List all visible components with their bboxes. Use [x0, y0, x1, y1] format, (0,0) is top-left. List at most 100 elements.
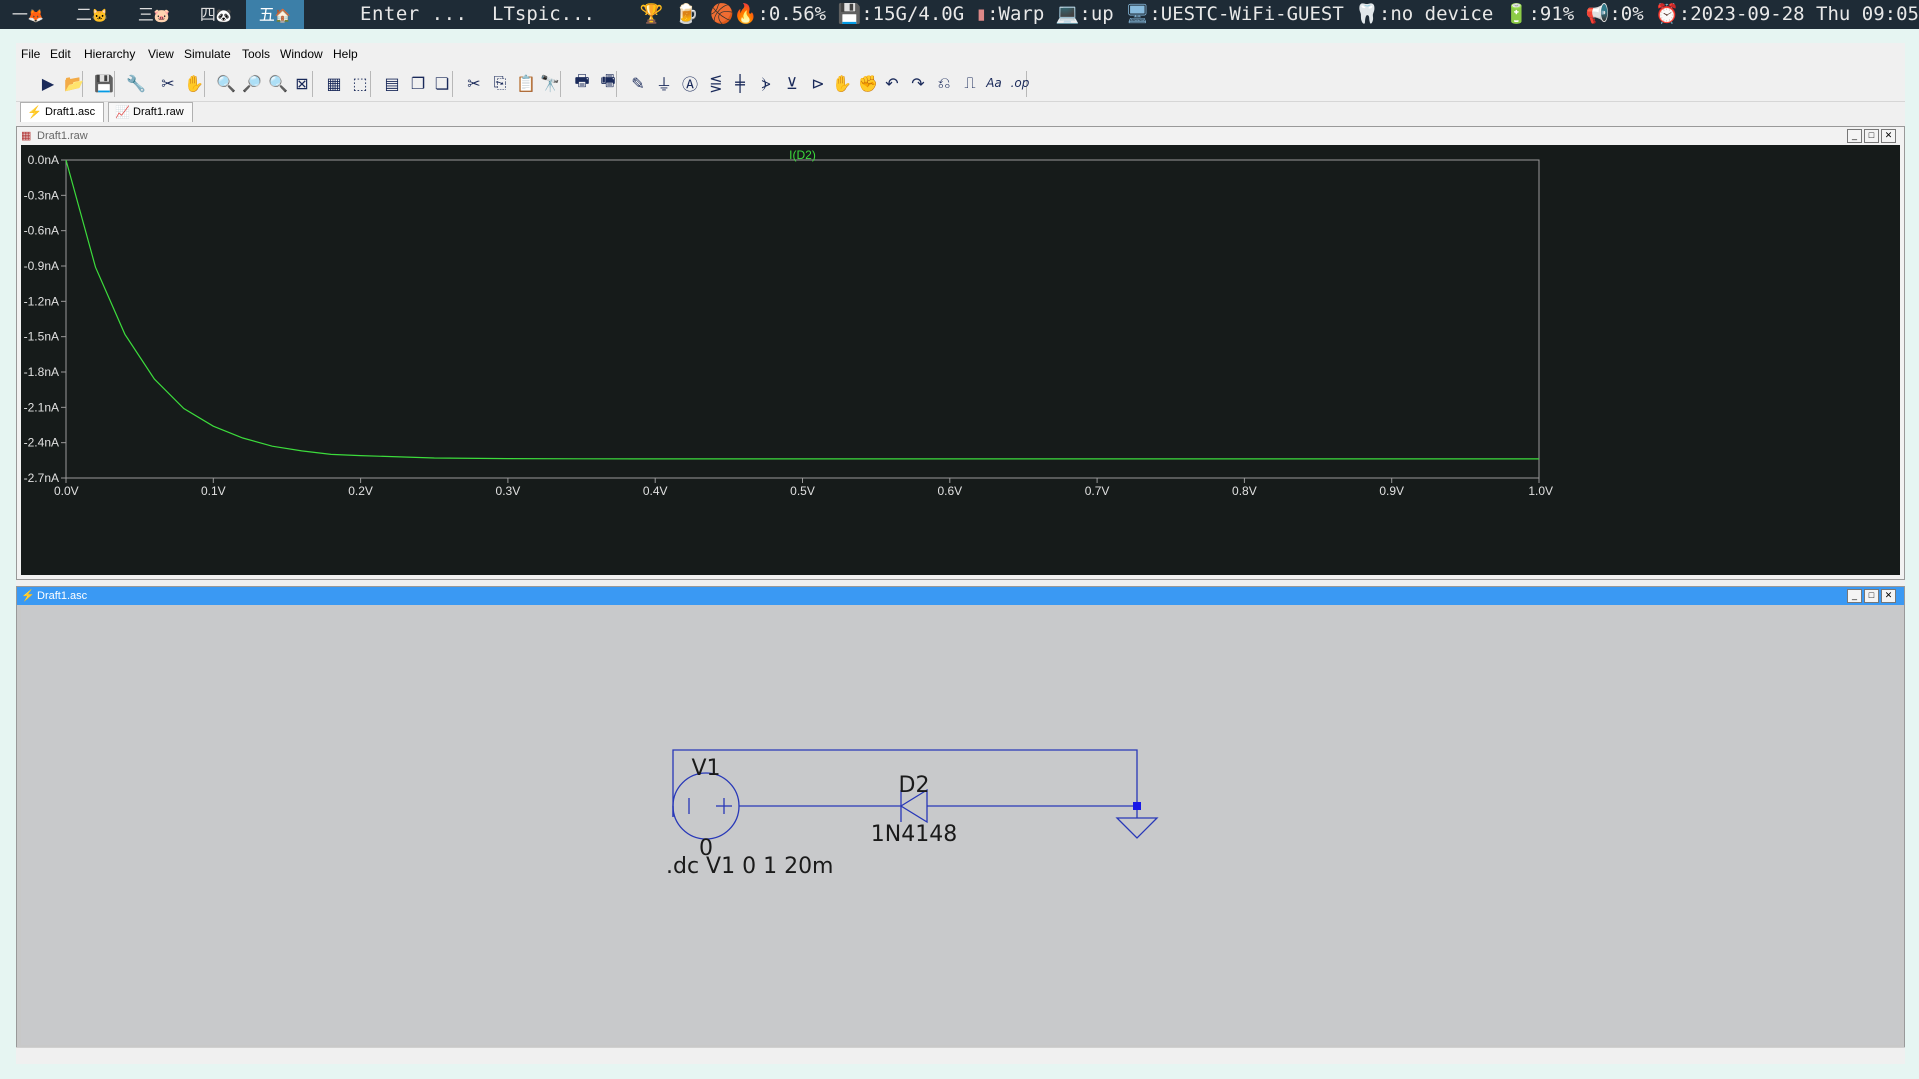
draw-wire-icon[interactable]: ✎	[624, 69, 652, 97]
move-icon[interactable]: ✋	[828, 69, 856, 97]
minimize-button[interactable]: _	[1847, 589, 1862, 603]
tab-draft1-asc[interactable]: ⚡ Draft1.asc	[20, 102, 105, 122]
ground-icon[interactable]: ⏚	[650, 69, 678, 97]
x-tick-label: 0.5V	[790, 484, 815, 498]
close-button[interactable]: ✕	[1881, 589, 1896, 603]
voltage-source-v1[interactable]	[672, 772, 740, 840]
tile-horizontal-icon[interactable]: ▤	[378, 69, 406, 97]
waveform-pane-title: Draft1.raw	[37, 130, 88, 142]
y-tick-label: -0.6nA	[24, 224, 59, 238]
waveform-pane-titlebar: ▦ Draft1.raw _ □ ✕	[17, 127, 1904, 145]
iv-chart[interactable]: 0.0nA -0.3nA -0.6nA -0.9nA -1.2nA -1.5nA -1.8n…	[21, 145, 1900, 575]
control-panel-icon[interactable]: 🔧	[122, 69, 150, 97]
menu-tools[interactable]: Tools	[242, 47, 270, 61]
window-title-ltspice[interactable]: LTspic...	[492, 0, 595, 29]
ltspice-window: File Edit Hierarchy View Simulate Tools …	[16, 43, 1905, 1064]
zoom-fit-icon[interactable]: ⊠	[288, 69, 316, 97]
text-icon[interactable]: Aa	[980, 69, 1008, 97]
cat-icon: 🐱	[91, 9, 109, 24]
x-tick-label: 0.4V	[643, 484, 668, 498]
label-net-icon[interactable]: Ⓐ	[676, 69, 704, 97]
maximize-button[interactable]: □	[1864, 589, 1879, 603]
zoom-area-icon[interactable]: 🔎	[238, 69, 266, 97]
wifi-ssid: :UESTC-WiFi-GUEST	[1149, 3, 1344, 25]
workspace-3[interactable]: 三🐷	[130, 0, 178, 29]
tile-vertical-icon[interactable]: ❏	[428, 69, 456, 97]
y-tick-label: -2.7nA	[24, 471, 59, 485]
cpu-flame-icon: 🔥	[733, 3, 758, 25]
zoom-in-icon[interactable]: 🔍	[212, 69, 240, 97]
monitor-icon: 🖥	[1125, 3, 1150, 25]
x-tick-label: 0.6V	[937, 484, 962, 498]
trace-i-d2[interactable]	[65, 159, 1539, 460]
run-icon[interactable]: ▶	[34, 69, 62, 97]
cut-icon[interactable]: ✂	[460, 69, 488, 97]
d2-model-label[interactable]: 1N4148	[871, 822, 957, 847]
workspace-3-label: 三	[137, 5, 154, 24]
v1-name-label[interactable]: V1	[691, 756, 720, 781]
y-tick-label: -1.8nA	[24, 365, 59, 379]
copy-icon[interactable]: ⎘	[486, 69, 514, 97]
menu-file[interactable]: File	[21, 47, 40, 61]
pig-icon: 🐷	[153, 9, 171, 24]
terminal-icon: ▮	[975, 3, 988, 25]
workspace-2[interactable]: 二🐱	[68, 0, 116, 29]
inductor-icon[interactable]: ⦔	[752, 69, 780, 97]
document-tabs: ⚡ Draft1.asc 📈 Draft1.raw	[16, 101, 1905, 123]
cpu-usage: :0.56%	[757, 3, 827, 25]
workspace-4-label: 四	[199, 5, 216, 24]
window-title-terminal[interactable]: Enter ...	[360, 0, 467, 29]
find-icon[interactable]: 🔭	[536, 69, 564, 97]
laptop-icon: 💻	[1055, 3, 1080, 25]
workspace-4[interactable]: 四🐼	[192, 0, 240, 29]
ground-symbol[interactable]	[1115, 817, 1159, 839]
rotate-icon[interactable]: ⎌	[930, 69, 958, 97]
menu-hierarchy[interactable]: Hierarchy	[84, 47, 135, 61]
redo-icon[interactable]: ↷	[904, 69, 932, 97]
workspace-5[interactable]: 五🏠	[246, 0, 304, 29]
menu-window[interactable]: Window	[280, 47, 323, 61]
x-tick-label: 0.1V	[201, 484, 226, 498]
waveform-icon: ▦	[21, 130, 32, 142]
open-icon[interactable]: 📂	[60, 69, 88, 97]
memory-icon: 💾	[837, 3, 862, 25]
schematic-canvas[interactable]: V1 0 D2 1N4148 .dc V1 0 1 20m	[21, 605, 1900, 1045]
save-icon[interactable]: 💾	[90, 69, 118, 97]
diode-icon[interactable]: ⊻	[778, 69, 806, 97]
volume-level: :0%	[1609, 3, 1644, 25]
undo-icon[interactable]: ↶	[878, 69, 906, 97]
trace-label-i-d2[interactable]: I(D2)	[789, 148, 816, 162]
toolbar: ▶ 📂 💾 🔧 ✂ ✋ 🔍 🔎 🔍 ⊠ ▦ ⬚ ▤ ❐ ❏ ✂ ⎘ 📋 🔭 🖶 🖷 ✎ ⏚ Ⓐ ⋚ ╪ ⦔ ⊻ ⊳ ✋ ✊ ↶ ↷ ⎌ ⎍ Aa .op	[16, 65, 1905, 102]
system-status-bar: 一🦊 二🐱 三🐷 四🐼 五🏠 Enter ... LTspic... 🏆 🍺 🏀…	[0, 0, 1919, 29]
plot-frame	[65, 159, 1540, 479]
workspace-2-label: 二	[75, 5, 92, 24]
halt-icon[interactable]: ✂	[154, 69, 182, 97]
waveform-pane: ▦ Draft1.raw _ □ ✕ 0.0nA -0.3nA -0.6nA -0.9…	[16, 126, 1905, 580]
x-tick-label: 0.0V	[54, 484, 79, 498]
workspace-1[interactable]: 一🦊	[4, 0, 52, 29]
close-button[interactable]: ✕	[1881, 129, 1896, 143]
spice-directive-icon[interactable]: .op	[1006, 69, 1034, 97]
menu-simulate[interactable]: Simulate	[184, 47, 231, 61]
zoom-extents-icon[interactable]: ⬚	[346, 69, 374, 97]
tab-draft1-raw[interactable]: 📈 Draft1.raw	[108, 102, 193, 122]
spice-directive[interactable]: .dc V1 0 1 20m	[666, 854, 834, 879]
minimize-button[interactable]: _	[1847, 129, 1862, 143]
plot-area[interactable]: 0.0nA -0.3nA -0.6nA -0.9nA -1.2nA -1.5nA -1.8n…	[21, 145, 1900, 575]
net-state: :up	[1079, 3, 1114, 25]
schematic-drawing[interactable]: V1 0 D2 1N4148 .dc V1 0 1 20m	[21, 605, 1900, 1045]
d2-name-label[interactable]: D2	[899, 773, 930, 798]
menu-help[interactable]: Help	[333, 47, 358, 61]
y-tick-label: -1.5nA	[24, 330, 59, 344]
pan-hand-icon[interactable]: ✋	[180, 69, 208, 97]
maximize-button[interactable]: □	[1864, 129, 1879, 143]
print-icon[interactable]: 🖶	[568, 69, 596, 97]
menu-edit[interactable]: Edit	[50, 47, 71, 61]
menu-view[interactable]: View	[148, 47, 174, 61]
capacitor-icon[interactable]: ╪	[726, 69, 754, 97]
y-tick-label: -0.3nA	[24, 188, 59, 202]
autorange-icon[interactable]: ▦	[320, 69, 348, 97]
print-preview-icon[interactable]: 🖷	[594, 69, 622, 97]
app-status-bar	[16, 1047, 1905, 1064]
schematic-icon: ⚡	[27, 105, 42, 119]
